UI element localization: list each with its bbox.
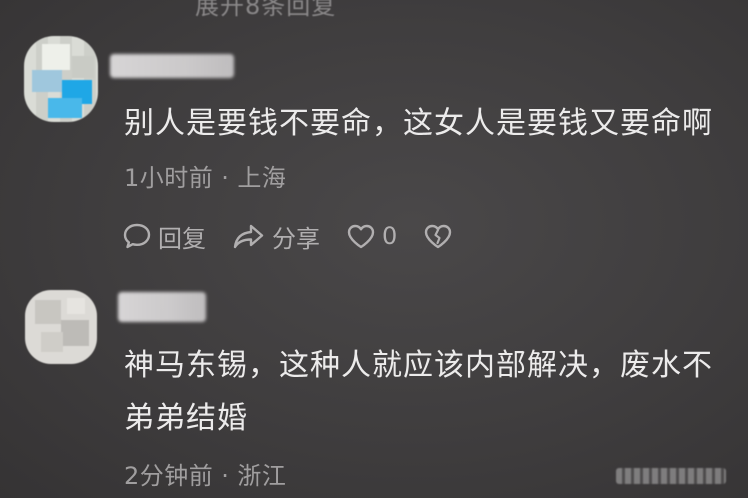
like-count: 0 bbox=[382, 222, 398, 250]
comment-location: 上海 bbox=[237, 164, 287, 192]
dislike-button[interactable] bbox=[423, 222, 459, 250]
expand-replies-hint[interactable]: 展开8条回复 bbox=[195, 0, 336, 21]
comment-actions: 回复 分享 0 bbox=[122, 218, 485, 254]
broken-heart-icon bbox=[425, 224, 452, 249]
comment-text: 别人是要钱不要命，这女人是要钱又要命啊 bbox=[124, 106, 713, 141]
comment-location: 浙江 bbox=[237, 462, 287, 490]
comment-time: 1小时前 bbox=[124, 164, 214, 192]
comment-meta: 1小时前 · 上海 bbox=[124, 158, 286, 193]
share-button[interactable]: 分享 bbox=[232, 219, 320, 254]
reply-label: 回复 bbox=[158, 224, 206, 253]
comment-meta: 2分钟前 · 浙江 bbox=[124, 456, 286, 491]
like-button[interactable]: 0 bbox=[346, 222, 397, 250]
username-blurred[interactable] bbox=[118, 292, 206, 322]
watermark bbox=[616, 468, 726, 484]
meta-separator: · bbox=[221, 462, 230, 490]
avatar[interactable] bbox=[25, 290, 97, 364]
comment-bubble-icon bbox=[123, 223, 151, 249]
heart-icon bbox=[347, 224, 375, 249]
comment-time: 2分钟前 bbox=[124, 462, 214, 490]
reply-button[interactable]: 回复 bbox=[122, 219, 206, 254]
meta-separator: · bbox=[221, 164, 230, 192]
share-arrow-icon bbox=[233, 224, 264, 249]
comment-text-continued: 弟弟结婚 bbox=[124, 401, 248, 436]
avatar[interactable] bbox=[24, 36, 98, 122]
share-label: 分享 bbox=[272, 224, 320, 253]
comment-text: 神马东锡，这种人就应该内部解决，废水不 bbox=[124, 348, 713, 383]
username-blurred[interactable] bbox=[110, 54, 234, 78]
